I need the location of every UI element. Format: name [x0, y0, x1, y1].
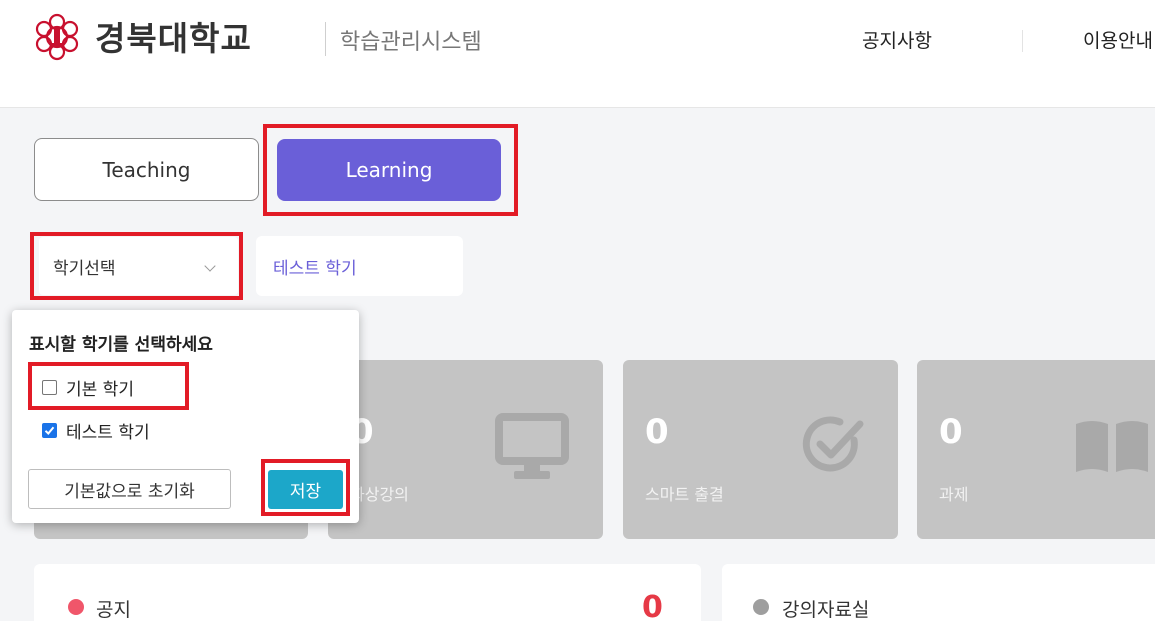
book-icon	[1076, 421, 1148, 472]
highlight-default-semester	[28, 362, 189, 410]
stat-card-assignment[interactable]: 0 과제	[917, 360, 1155, 539]
materials-panel-title: 강의자료실	[782, 599, 870, 621]
popover-title: 표시할 학기를 선택하세요	[29, 335, 213, 355]
stat-label: 스마트 출결	[645, 485, 724, 504]
nav-guide-link[interactable]: 이용안내	[1083, 26, 1153, 53]
check-circle-icon	[802, 416, 864, 472]
notice-count: 0	[642, 590, 663, 621]
brand-subtitle: 학습관리시스템	[340, 30, 482, 55]
notice-panel-title: 공지	[96, 599, 131, 621]
university-logo-icon[interactable]	[32, 12, 82, 62]
option-test-semester[interactable]: 테스트 학기	[42, 419, 150, 443]
nav-notice-link[interactable]: 공지사항	[862, 26, 932, 53]
brand-divider	[325, 22, 326, 56]
highlight-semester-select	[30, 232, 243, 300]
reset-default-button[interactable]: 기본값으로 초기화	[28, 469, 231, 509]
notice-dot-icon	[68, 599, 84, 615]
brand-title[interactable]: 경북대학교	[95, 12, 252, 60]
nav-divider	[1022, 30, 1023, 52]
stat-card-video-lecture[interactable]: 0 화상강의	[328, 360, 603, 539]
monitor-icon	[495, 413, 569, 479]
option-label: 테스트 학기	[66, 422, 150, 443]
notice-panel[interactable]: 공지 0	[34, 564, 701, 621]
selected-semester-chip[interactable]: 테스트 학기	[256, 236, 463, 296]
checkbox-checked[interactable]	[42, 422, 57, 438]
highlight-learning-tab	[263, 124, 518, 216]
stat-value: 0	[939, 412, 963, 452]
tab-teaching[interactable]: Teaching	[34, 138, 259, 201]
checkmark-icon	[44, 426, 55, 435]
materials-dot-icon	[753, 599, 769, 615]
lecture-materials-panel[interactable]: 강의자료실	[722, 564, 1155, 621]
stat-label: 과제	[939, 485, 969, 504]
stat-value: 0	[645, 412, 669, 452]
stat-card-smart-attendance[interactable]: 0 스마트 출결	[623, 360, 898, 539]
highlight-save-button	[261, 459, 350, 516]
top-header: 경북대학교 학습관리시스템 공지사항 이용안내	[0, 0, 1155, 108]
